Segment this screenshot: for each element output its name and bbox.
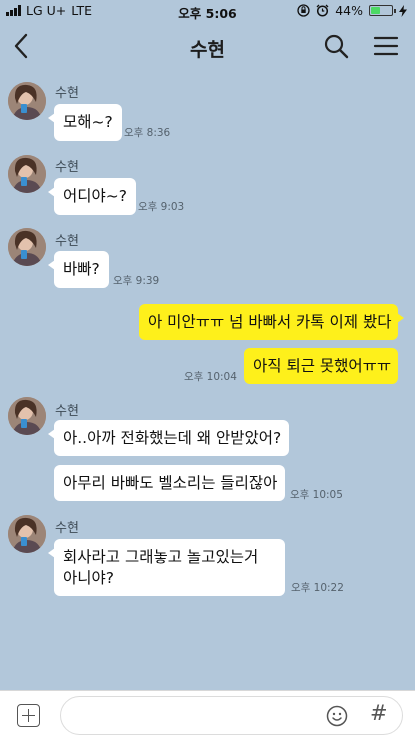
- avatar[interactable]: [8, 397, 46, 435]
- chat-header: 수현: [0, 22, 415, 70]
- emoji-icon[interactable]: [326, 705, 348, 727]
- back-button[interactable]: [10, 32, 34, 60]
- search-icon: [324, 34, 349, 59]
- avatar[interactable]: [8, 515, 46, 553]
- sender-name: 수현: [55, 86, 79, 101]
- message-bubble[interactable]: 모해~?: [48, 104, 122, 141]
- message-time: 오후 9:39: [113, 275, 160, 287]
- status-right: 44%: [297, 3, 407, 18]
- battery-percent: 44%: [335, 3, 363, 18]
- alarm-icon: [316, 4, 329, 17]
- orientation-lock-icon: [297, 4, 310, 17]
- sender-name: 수현: [55, 404, 79, 419]
- sender-name: 수현: [55, 160, 79, 175]
- message-time: 오후 8:36: [124, 127, 171, 139]
- profile-photo-icon: [8, 82, 46, 120]
- message-bubble[interactable]: 아..아까 전화했는데 왜 안받았어?: [48, 420, 289, 456]
- chat-title: 수현: [190, 39, 225, 61]
- input-bar: #: [0, 690, 415, 739]
- my-message-bubble[interactable]: 아직 퇴근 못했어ㅠㅠ: [244, 348, 398, 384]
- battery-fill: [371, 7, 380, 14]
- plus-icon[interactable]: [17, 704, 40, 727]
- menu-button[interactable]: [373, 34, 399, 58]
- avatar[interactable]: [8, 82, 46, 120]
- avatar[interactable]: [8, 155, 46, 193]
- message-line: 아니야?: [63, 569, 115, 587]
- charging-icon: [399, 4, 407, 17]
- profile-photo-icon: [8, 228, 46, 266]
- message-input[interactable]: #: [60, 696, 403, 735]
- message-time: 오후 10:04: [184, 371, 237, 383]
- message-bubble[interactable]: 아무리 바빠도 벨소리는 들리잖아: [54, 465, 285, 501]
- profile-photo-icon: [8, 515, 46, 553]
- message-bubble[interactable]: 어디야~?: [48, 178, 136, 215]
- message-time: 오후 10:22: [291, 582, 344, 594]
- hash-icon[interactable]: #: [370, 701, 388, 725]
- message-line: 회사라고 그래놓고 놀고있는거: [63, 548, 259, 566]
- battery-icon: [369, 5, 396, 16]
- avatar[interactable]: [8, 228, 46, 266]
- profile-photo-icon: [8, 155, 46, 193]
- back-arrow-icon: [14, 33, 28, 59]
- status-bar: LG U+ LTE 오후 5:06 44%: [0, 0, 415, 22]
- sender-name: 수현: [55, 234, 79, 249]
- sender-name: 수현: [55, 521, 79, 536]
- my-message-bubble[interactable]: 아 미안ㅠㅠ 넘 바빠서 카톡 이제 봤다: [139, 304, 404, 340]
- message-time: 오후 10:05: [290, 489, 343, 501]
- search-button[interactable]: [322, 32, 350, 60]
- message-bubble[interactable]: 바빠?: [48, 251, 109, 288]
- hamburger-menu-icon: [373, 36, 399, 56]
- message-time: 오후 9:03: [138, 201, 185, 213]
- message-bubble[interactable]: 회사라고 그래놓고 놀고있는거 아니야?: [48, 539, 285, 596]
- profile-photo-icon: [8, 397, 46, 435]
